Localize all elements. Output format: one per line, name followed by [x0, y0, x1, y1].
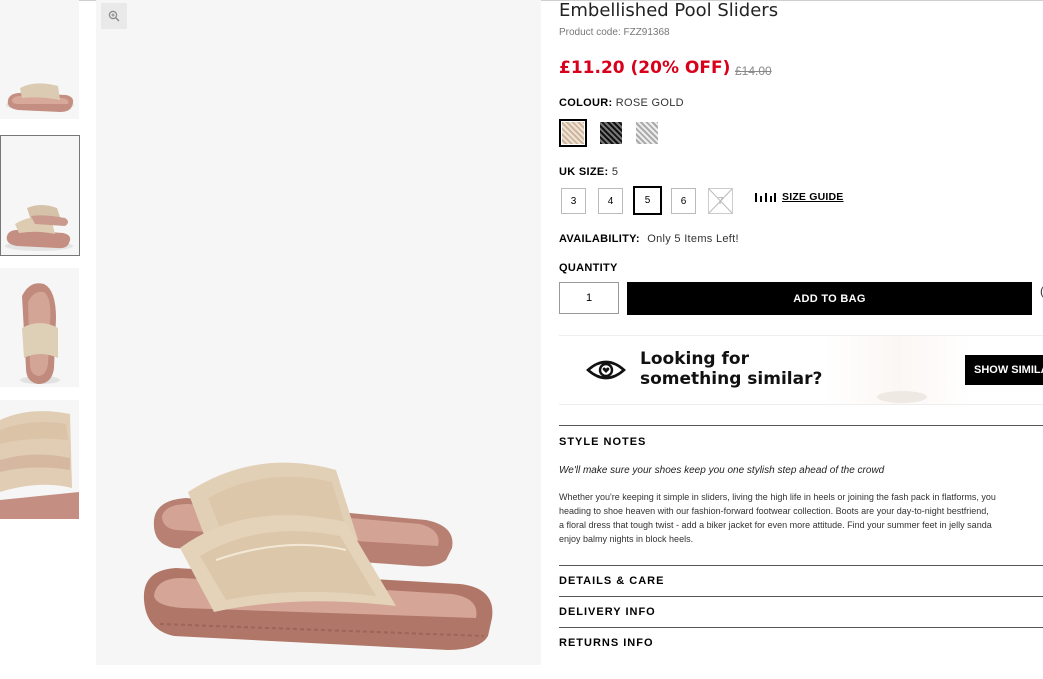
availability-row: AVAILABILITY: Only 5 Items Left! — [559, 233, 739, 245]
ruler-icon — [755, 193, 776, 202]
product-code: Product code: FZZ91368 — [559, 27, 670, 38]
returns-info-heading[interactable]: RETURNS INFO — [559, 637, 1043, 649]
delivery-info-heading[interactable]: DELIVERY INFO — [559, 606, 1043, 618]
style-notes-heading[interactable]: STYLE NOTES — [559, 436, 1043, 448]
similar-line-2: something similar? — [640, 369, 823, 389]
sale-price: £11.20 (20% OFF) — [559, 58, 731, 78]
size-option-5[interactable]: 5 — [633, 186, 662, 215]
main-product-image — [96, 0, 541, 665]
sliders-illustration — [143, 462, 493, 650]
style-notes-line: enjoy balmy nights in block heels. — [559, 534, 694, 544]
divider — [559, 425, 1043, 426]
colour-row: COLOUR: ROSE GOLD — [559, 97, 684, 109]
product-title: Embellished Pool Sliders — [559, 0, 779, 21]
colour-label: COLOUR: — [559, 97, 613, 109]
similar-banner: Looking for something similar? SHOW SIMI… — [559, 335, 1043, 405]
size-label: UK SIZE: — [559, 166, 609, 178]
details-care-heading[interactable]: DETAILS & CARE — [559, 575, 1043, 587]
size-guide-link[interactable]: SIZE GUIDE — [754, 191, 844, 203]
unavailable-cross-icon — [708, 188, 733, 214]
quantity-label: QUANTITY — [559, 262, 618, 274]
banner-background-shoe — [877, 391, 927, 403]
size-guide-label: SIZE GUIDE — [782, 191, 844, 203]
divider — [559, 596, 1043, 597]
availability-value: Only 5 Items Left! — [647, 233, 739, 245]
swatch-rose-gold[interactable] — [559, 119, 587, 147]
quantity-row: QUANTITY — [559, 262, 618, 274]
colour-value: ROSE GOLD — [615, 97, 684, 109]
size-option-7-unavailable[interactable]: 7 — [708, 188, 733, 214]
swatch-silver[interactable] — [633, 119, 661, 147]
thumbnail-4[interactable] — [0, 400, 79, 519]
divider — [559, 627, 1043, 628]
show-similar-button[interactable]: SHOW SIMILAR — [965, 355, 1043, 385]
thumbnail-2[interactable] — [0, 135, 80, 256]
thumbnail-3[interactable] — [0, 268, 79, 387]
original-price: £14.00 — [735, 64, 772, 78]
style-notes-line: Whether you're keeping it simple in slid… — [559, 492, 996, 502]
thumbnail-1[interactable] — [0, 0, 79, 119]
size-row: UK SIZE: 5 — [559, 166, 618, 178]
swatch-black[interactable] — [597, 119, 625, 147]
quantity-input[interactable]: 1 — [559, 282, 619, 314]
eye-heart-icon — [586, 360, 626, 380]
style-notes-line: a floral dress that tough twist - add a … — [559, 520, 992, 530]
size-option-4[interactable]: 4 — [598, 188, 623, 214]
similar-line-1: Looking for — [640, 349, 749, 369]
add-to-bag-button[interactable]: ADD TO BAG — [627, 282, 1032, 315]
size-value: 5 — [611, 166, 619, 178]
divider — [559, 565, 1043, 566]
style-notes-tagline: We'll make sure your shoes keep you one … — [559, 465, 885, 476]
size-option-6[interactable]: 6 — [671, 188, 696, 214]
style-notes-body: Whether you're keeping it simple in slid… — [559, 490, 1043, 546]
style-notes-line: heading to shoe heaven with our fashion-… — [559, 506, 989, 516]
size-option-3[interactable]: 3 — [561, 188, 586, 214]
availability-label: AVAILABILITY: — [559, 233, 640, 245]
